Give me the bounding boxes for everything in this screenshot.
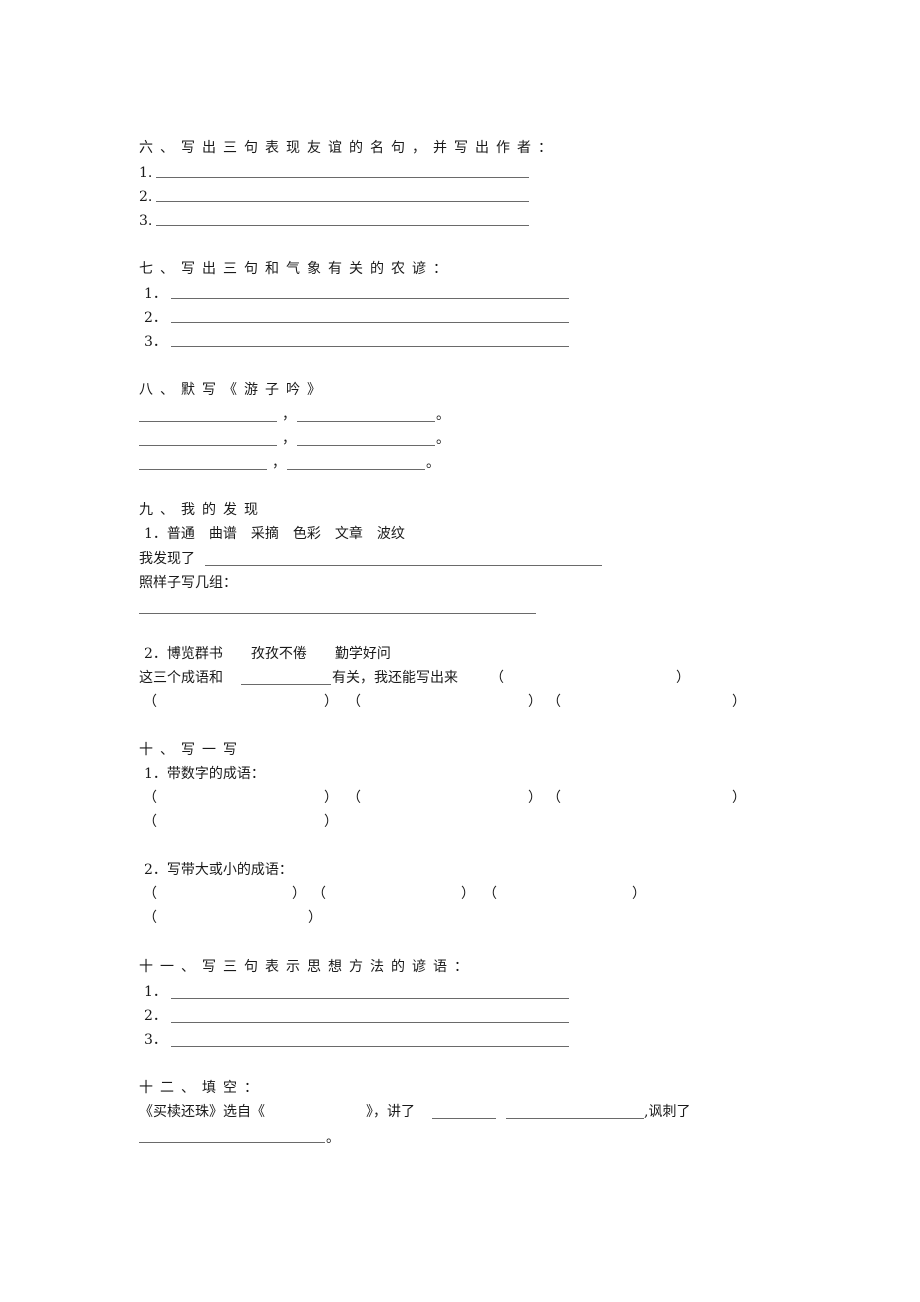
s12-text-b: 》，讲了 [366, 1104, 415, 1120]
s7-item-1-label: 1． [144, 286, 167, 302]
poem-line-2b-blank[interactable] [297, 445, 435, 446]
poem-line-3b-blank[interactable] [287, 469, 425, 470]
section-10-title: 十、写一写 [139, 742, 244, 758]
period: 。 [426, 455, 440, 471]
open-paren: （ [143, 790, 157, 806]
s12-story-blank-2[interactable] [506, 1118, 644, 1119]
close-paren: ） [676, 670, 690, 686]
open-paren: （ [547, 790, 561, 806]
open-paren: （ [347, 694, 361, 710]
period: 。 [436, 431, 450, 447]
s12-story-blank-1[interactable] [432, 1118, 496, 1119]
s9-q2-prompt-a: 这三个成语和 [139, 670, 223, 686]
close-paren: ） [732, 694, 746, 710]
close-paren: ） [732, 790, 746, 806]
open-paren: （ [143, 814, 157, 830]
period: 。 [326, 1130, 340, 1146]
s6-item-1-label: 1. [139, 165, 153, 181]
s9-q1-found-label: 我发现了 [139, 551, 195, 567]
close-paren: ） [528, 694, 542, 710]
s10-q1-label: 1．带数字的成语： [144, 766, 265, 782]
s6-item-1-blank[interactable] [156, 177, 529, 178]
s11-item-1-blank[interactable] [171, 998, 569, 999]
poem-line-1b-blank[interactable] [297, 421, 435, 422]
s12-text-a: 《买椟还珠》选自《 [139, 1104, 265, 1120]
s12-satire-blank[interactable] [139, 1142, 325, 1143]
comma: ， [272, 455, 286, 471]
section-8-title: 八、默写《游子吟》 [139, 382, 328, 398]
section-12-title: 十二、填空： [139, 1080, 265, 1096]
s9-q1-found-blank[interactable] [205, 565, 602, 566]
open-paren: （ [143, 910, 157, 926]
close-paren: ） [292, 886, 306, 902]
open-paren: （ [547, 694, 561, 710]
s9-q1-words: 1．普通 曲谱 采摘 色彩 文章 波纹 [144, 526, 405, 542]
s11-item-2-label: 2． [144, 1008, 167, 1024]
s7-item-1-blank[interactable] [171, 298, 569, 299]
close-paren: ） [324, 790, 338, 806]
poem-line-1a-blank[interactable] [139, 421, 277, 422]
s7-item-3-label: 3． [144, 334, 167, 350]
poem-line-3a-blank[interactable] [139, 469, 267, 470]
s9-q1-examples-label: 照样子写几组： [139, 575, 237, 591]
s7-item-2-label: 2． [144, 310, 167, 326]
s11-item-3-blank[interactable] [171, 1046, 569, 1047]
s7-item-2-blank[interactable] [171, 322, 569, 323]
s9-q1-examples-blank[interactable] [139, 613, 536, 614]
open-paren: （ [312, 886, 326, 902]
s6-item-3-blank[interactable] [156, 225, 529, 226]
comma: ， [282, 431, 296, 447]
close-paren: ） [461, 886, 475, 902]
s11-item-2-blank[interactable] [171, 1022, 569, 1023]
close-paren: ） [528, 790, 542, 806]
close-paren: ） [632, 886, 646, 902]
close-paren: ） [308, 910, 322, 926]
close-paren: ） [324, 814, 338, 830]
section-9-title: 九、我的发现 [139, 502, 265, 518]
s6-item-2-blank[interactable] [156, 201, 529, 202]
open-paren: （ [143, 694, 157, 710]
poem-line-2a-blank[interactable] [139, 445, 277, 446]
open-paren: （ [483, 886, 497, 902]
s10-q2-label: 2．写带大或小的成语： [144, 862, 293, 878]
section-11-title: 十一、写三句表示思想方法的谚语： [139, 959, 475, 975]
s6-item-3-label: 3. [139, 213, 153, 229]
s7-item-3-blank[interactable] [171, 346, 569, 347]
s11-item-3-label: 3． [144, 1032, 167, 1048]
open-paren: （ [490, 670, 504, 686]
period: 。 [436, 407, 450, 423]
s9-q2-words: 2．博览群书 孜孜不倦 勤学好问 [144, 646, 391, 662]
section-7-title: 七、写出三句和气象有关的农谚： [139, 261, 454, 277]
s9-q2-theme-blank[interactable] [241, 684, 331, 685]
s6-item-2-label: 2. [139, 189, 153, 205]
open-paren: （ [143, 886, 157, 902]
s9-q2-prompt-b: 有关，我还能写出来 [332, 670, 458, 686]
close-paren: ） [324, 694, 338, 710]
s12-text-c: ,讽刺了 [644, 1104, 691, 1120]
section-6-title: 六、写出三句表现友谊的名句，并写出作者： [139, 140, 559, 156]
open-paren: （ [347, 790, 361, 806]
comma: ， [282, 407, 296, 423]
s11-item-1-label: 1． [144, 984, 167, 1000]
